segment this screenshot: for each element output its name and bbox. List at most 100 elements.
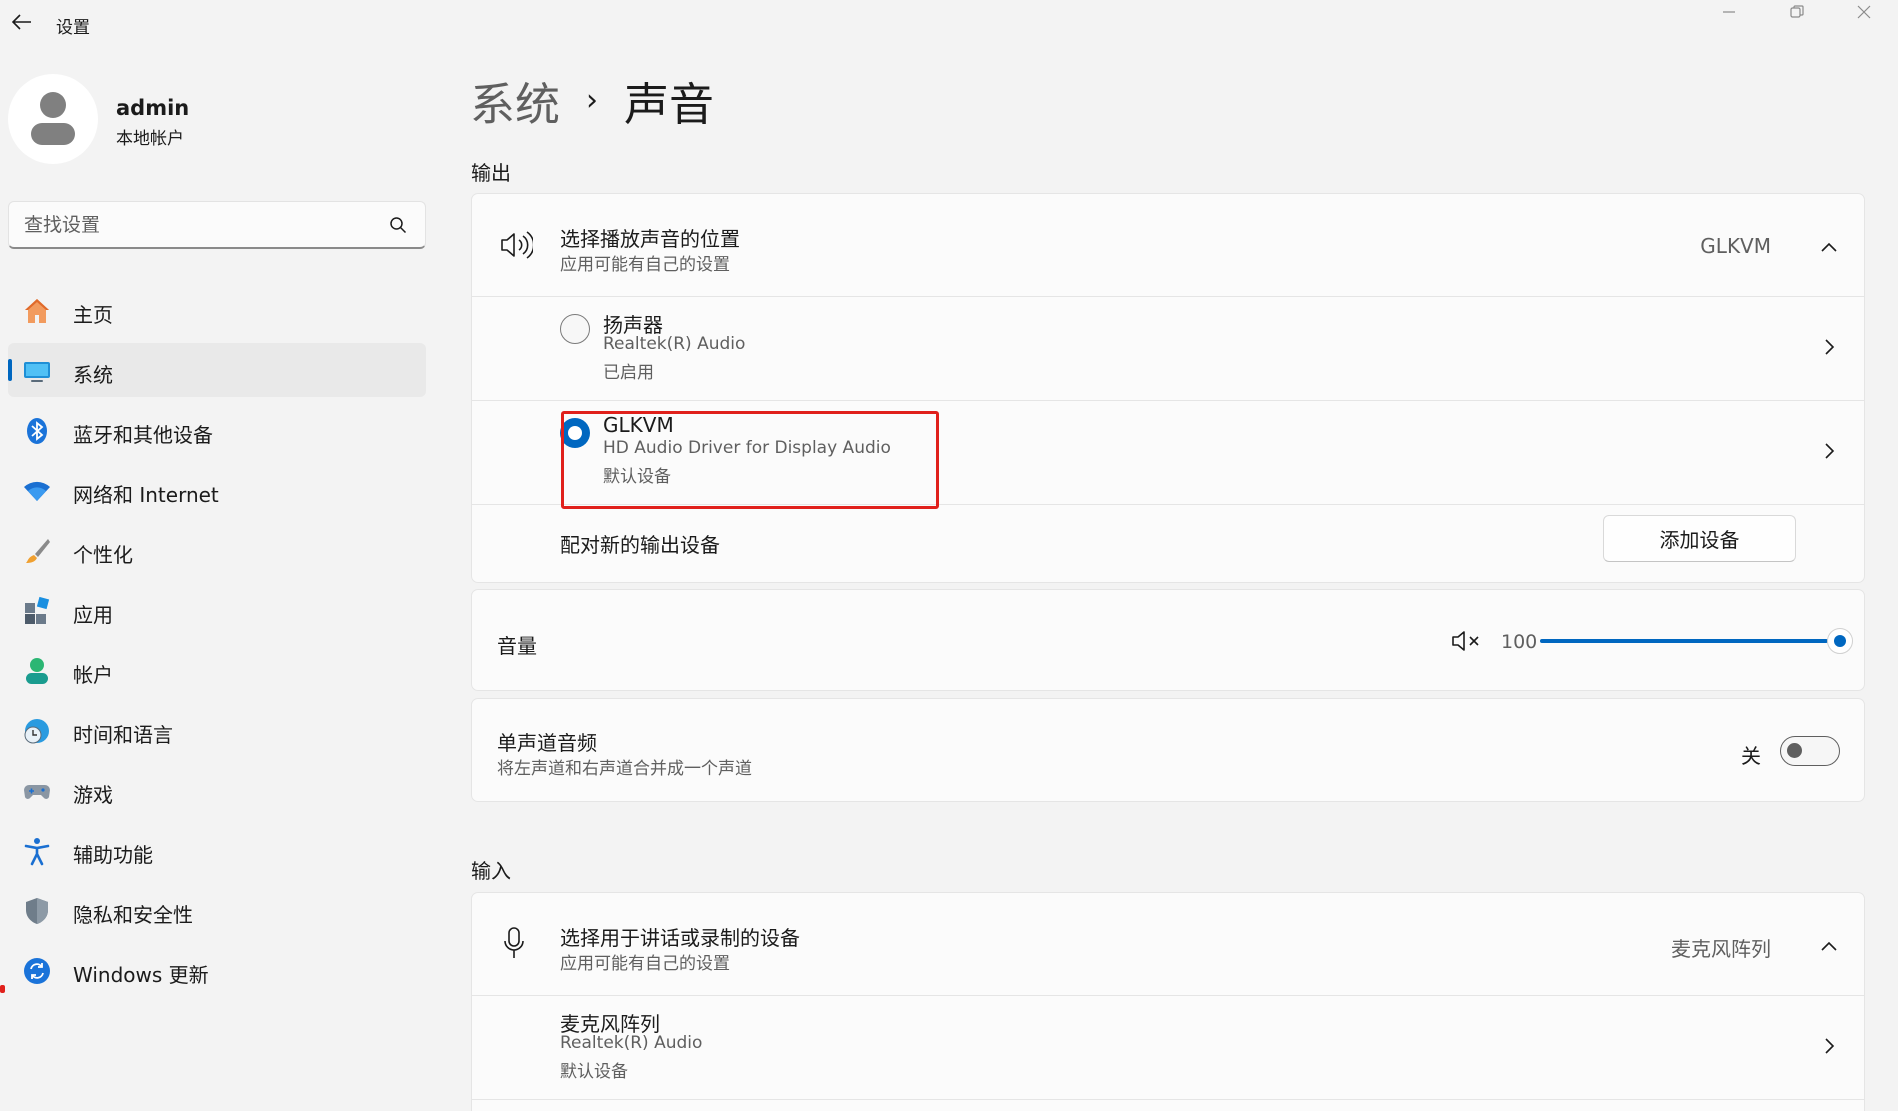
input-section-title: 输入 — [471, 859, 511, 883]
pair-output-label: 配对新的输出设备 — [560, 533, 720, 557]
sidebar-item-accounts[interactable]: 帐户 — [8, 643, 426, 697]
scroll-indicator — [0, 985, 5, 993]
search-icon[interactable] — [389, 216, 407, 234]
accessibility-icon — [22, 836, 52, 866]
divider — [472, 1099, 1864, 1100]
search-box[interactable] — [8, 201, 426, 249]
restore-icon — [1790, 5, 1804, 18]
breadcrumb-separator: › — [586, 82, 599, 118]
sidebar-item-label: 网络和 Internet — [73, 483, 219, 507]
output-selected-device: GLKVM — [1700, 234, 1771, 258]
back-arrow-icon — [12, 14, 31, 30]
sidebar-item-privacy-security[interactable]: 隐私和安全性 — [8, 883, 426, 937]
device-driver: HD Audio Driver for Display Audio — [603, 438, 891, 458]
volume-slider[interactable] — [1540, 628, 1853, 654]
device-driver: Realtek(R) Audio — [560, 1033, 703, 1053]
device-status: 默认设备 — [560, 1062, 628, 1082]
apps-icon — [22, 596, 52, 626]
sidebar-item-gaming[interactable]: 游戏 — [8, 763, 426, 817]
person-icon — [31, 92, 75, 145]
profile-account-type: 本地帐户 — [116, 129, 184, 149]
restore-button[interactable] — [1763, 0, 1831, 24]
output-device-row-speaker[interactable]: 扬声器 Realtek(R) Audio 已启用 — [472, 297, 1864, 400]
sidebar-item-label: 游戏 — [73, 783, 113, 807]
sidebar-item-apps[interactable]: 应用 — [8, 583, 426, 637]
input-picker-subtitle: 应用可能有自己的设置 — [560, 954, 730, 974]
chevron-right-icon[interactable] — [1819, 1036, 1839, 1056]
avatar — [8, 74, 98, 164]
mono-audio-subtitle: 将左声道和右声道合并成一个声道 — [497, 759, 752, 779]
chevron-up-icon[interactable] — [1819, 237, 1839, 257]
close-icon — [1857, 5, 1871, 19]
back-button[interactable] — [8, 10, 36, 34]
sidebar-item-windows-update[interactable]: Windows 更新 — [8, 943, 426, 997]
volume-card: 音量 100 — [471, 589, 1865, 691]
sidebar-item-label: 主页 — [73, 303, 113, 327]
input-device-picker[interactable]: 选择用于讲话或录制的设备 应用可能有自己的设置 麦克风阵列 — [472, 893, 1864, 995]
search-input[interactable] — [24, 212, 364, 238]
sidebar-nav: 主页 系统 蓝牙和其他设备 网络和 Internet 个性化 应用 帐户 时间和… — [8, 283, 426, 1003]
microphone-icon — [504, 927, 524, 958]
sidebar-item-label: 个性化 — [73, 543, 133, 567]
add-device-button[interactable]: 添加设备 — [1603, 515, 1796, 562]
output-picker-subtitle: 应用可能有自己的设置 — [560, 255, 730, 275]
input-device-card: 选择用于讲话或录制的设备 应用可能有自己的设置 麦克风阵列 麦克风阵列 Real… — [471, 892, 1865, 1111]
speaker-icon — [501, 231, 533, 259]
sidebar-item-system[interactable]: 系统 — [8, 343, 426, 397]
system-display-icon — [22, 356, 52, 386]
input-picker-title: 选择用于讲话或录制的设备 — [560, 926, 800, 950]
sidebar-item-personalization[interactable]: 个性化 — [8, 523, 426, 577]
chevron-right-icon[interactable] — [1819, 441, 1839, 461]
app-title: 设置 — [56, 18, 90, 38]
close-button[interactable] — [1830, 0, 1898, 24]
sidebar-item-label: 系统 — [73, 363, 113, 387]
sidebar-item-home[interactable]: 主页 — [8, 283, 426, 337]
output-device-row-glkvm[interactable]: GLKVM HD Audio Driver for Display Audio … — [472, 401, 1864, 504]
speaker-radio[interactable] — [560, 314, 590, 344]
volume-slider-track — [1540, 639, 1828, 643]
sidebar-item-time-language[interactable]: 时间和语言 — [8, 703, 426, 757]
sidebar-item-accessibility[interactable]: 辅助功能 — [8, 823, 426, 877]
sidebar-item-label: 隐私和安全性 — [73, 903, 193, 927]
sidebar-item-label: 帐户 — [73, 663, 113, 687]
sidebar-item-label: Windows 更新 — [73, 963, 209, 987]
sidebar-item-label: 时间和语言 — [73, 723, 173, 747]
brush-icon — [22, 536, 52, 566]
pair-output-device-row: 配对新的输出设备 添加设备 — [472, 505, 1864, 583]
device-driver: Realtek(R) Audio — [603, 334, 746, 354]
breadcrumb-parent[interactable]: 系统 — [470, 68, 560, 133]
minimize-button[interactable] — [1695, 0, 1763, 24]
mono-audio-card: 单声道音频 将左声道和右声道合并成一个声道 关 — [471, 698, 1865, 802]
sidebar-item-network[interactable]: 网络和 Internet — [8, 463, 426, 517]
bluetooth-icon — [22, 416, 52, 446]
wifi-icon — [22, 476, 52, 506]
mono-audio-state: 关 — [1741, 744, 1761, 768]
chevron-right-icon[interactable] — [1819, 337, 1839, 357]
update-icon — [22, 956, 52, 986]
shield-icon — [22, 896, 52, 926]
glkvm-radio[interactable] — [560, 418, 590, 448]
account-icon — [22, 656, 52, 686]
input-device-row-mic-array[interactable]: 麦克风阵列 Realtek(R) Audio 默认设备 — [472, 996, 1864, 1099]
output-device-picker[interactable]: 选择播放声音的位置 应用可能有自己的设置 GLKVM — [472, 194, 1864, 296]
user-profile[interactable]: admin 本地帐户 — [8, 74, 428, 166]
output-picker-title: 选择播放声音的位置 — [560, 227, 740, 251]
output-device-card: 选择播放声音的位置 应用可能有自己的设置 GLKVM 扬声器 Realtek(R… — [471, 193, 1865, 583]
device-status: 默认设备 — [603, 467, 671, 487]
gamepad-icon — [22, 776, 52, 806]
volume-label: 音量 — [497, 634, 537, 658]
sidebar-item-bluetooth[interactable]: 蓝牙和其他设备 — [8, 403, 426, 457]
output-section-title: 输出 — [471, 161, 511, 185]
breadcrumb: 系统 › 声音 — [470, 68, 714, 133]
mono-audio-toggle[interactable] — [1780, 736, 1840, 766]
chevron-up-icon[interactable] — [1819, 936, 1839, 956]
input-selected-device: 麦克风阵列 — [1671, 937, 1771, 961]
mute-speaker-icon[interactable] — [1451, 628, 1483, 654]
title-bar: 设置 — [0, 0, 1898, 46]
sidebar-item-label: 应用 — [73, 603, 113, 627]
mono-audio-title: 单声道音频 — [497, 731, 597, 755]
volume-slider-thumb[interactable] — [1827, 628, 1853, 654]
home-icon — [22, 296, 52, 326]
sidebar-item-label: 辅助功能 — [73, 843, 153, 867]
profile-name: admin — [116, 96, 190, 120]
